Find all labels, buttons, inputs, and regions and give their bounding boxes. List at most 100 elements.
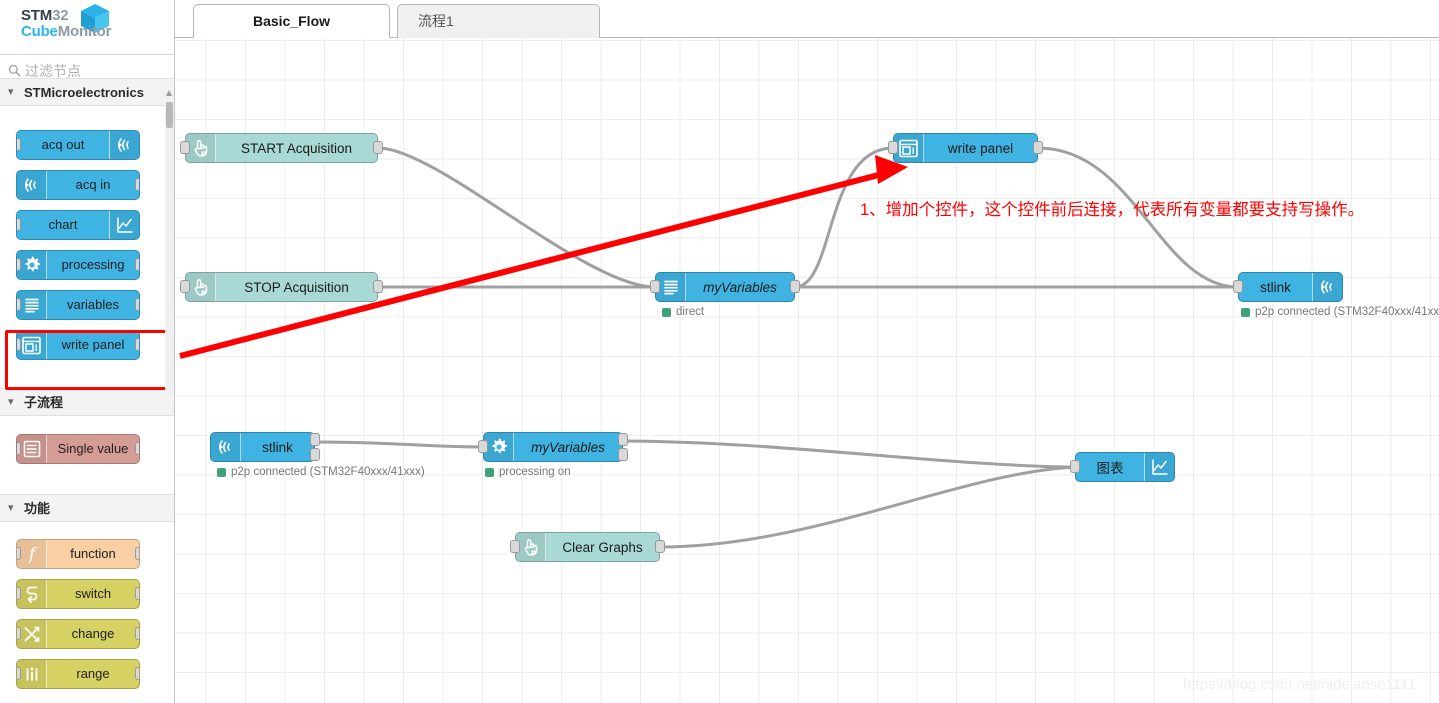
chevron-down-icon: ▾ <box>8 396 14 408</box>
tab-liucheng1[interactable]: 流程1 <box>397 4 600 38</box>
node-input-port[interactable] <box>180 280 190 293</box>
canvas-node-label: STOP Acquisition <box>244 279 349 295</box>
canvas-node-my-variables-bot[interactable]: myVariables <box>478 432 628 462</box>
wire-myvariables-to-chart <box>621 439 1081 469</box>
signal-icon <box>17 171 47 199</box>
tab-label: 流程1 <box>418 13 454 29</box>
logo-monitor: Monitor <box>57 22 112 40</box>
node-output-port[interactable] <box>310 433 320 446</box>
node-output-port[interactable] <box>790 280 800 293</box>
palette-node-label: processing <box>61 257 125 272</box>
canvas-node-start-acquisition[interactable]: START Acquisition <box>180 133 383 163</box>
scrollbar-thumb[interactable] <box>166 102 173 128</box>
palette-node-function[interactable]: f function <box>16 539 140 569</box>
logo-cube: Cube <box>21 22 58 40</box>
canvas-node-label: stlink <box>1260 279 1291 295</box>
scroll-up-arrow-icon[interactable] <box>166 90 172 96</box>
palette-node-label: Single value <box>57 441 129 456</box>
canvas-node-stop-acquisition[interactable]: STOP Acquisition <box>180 272 383 302</box>
flow-workspace: Basic_Flow 流程1 START Acquisition STOP Ac… <box>175 0 1439 703</box>
annotation-text: 1、增加个控件，这个控件前后连接，代表所有变量都要支持写操作。 <box>860 201 1365 219</box>
palette-node-single-value[interactable]: Single value <box>16 434 140 464</box>
tab-basic-flow[interactable]: Basic_Flow <box>193 4 390 38</box>
canvas-node-label: START Acquisition <box>240 140 353 156</box>
canvas-node-clear-graphs[interactable]: Clear Graphs <box>510 532 665 562</box>
node-input-port[interactable] <box>17 218 21 231</box>
node-output-port[interactable] <box>135 298 139 311</box>
palette-node-change[interactable]: change <box>16 619 140 649</box>
node-input-port[interactable] <box>1070 460 1080 473</box>
node-output-port[interactable] <box>135 587 139 600</box>
palette-node-chart[interactable]: chart <box>16 210 140 240</box>
canvas-node-label: write panel <box>947 140 1014 156</box>
list-icon <box>17 291 47 319</box>
palette-node-variables[interactable]: variables <box>16 290 140 320</box>
status-dot-icon <box>217 467 226 477</box>
node-input-port[interactable] <box>17 627 21 640</box>
palette-node-label: function <box>70 546 116 561</box>
app-logo: STM32 CubeMonitor <box>0 0 174 54</box>
node-input-port[interactable] <box>17 442 21 455</box>
palette-category-3[interactable]: ▾ 功能 <box>0 494 174 522</box>
palette-category-1[interactable]: ▾ STMicroelectronics <box>0 78 174 106</box>
node-input-port[interactable] <box>17 547 21 560</box>
node-output-port[interactable] <box>655 540 665 553</box>
inject-hand-icon <box>186 273 216 301</box>
palette-category-label: 子流程 <box>24 395 64 410</box>
node-output-port[interactable] <box>135 442 139 455</box>
status-stlink-top: p2p connected (STM32F40xxx/41xxx) <box>1241 306 1439 318</box>
list-icon <box>656 273 686 301</box>
node-output-port-2[interactable] <box>310 448 320 461</box>
node-input-port[interactable] <box>650 280 660 293</box>
node-output-port[interactable] <box>135 178 139 191</box>
node-input-port[interactable] <box>17 258 21 271</box>
palette-scrollbar[interactable] <box>165 90 174 395</box>
node-output-port[interactable] <box>135 667 139 680</box>
canvas-node-stlink-bottom[interactable]: stlink <box>210 432 320 462</box>
gear-icon <box>17 251 47 279</box>
chart-icon <box>109 211 139 239</box>
node-output-port[interactable] <box>373 280 383 293</box>
palette-node-label: range <box>76 666 110 681</box>
canvas-node-chart-node[interactable]: 图表 <box>1070 452 1175 482</box>
logo-stm: STM <box>21 7 53 24</box>
tab-label: Basic_Flow <box>252 13 331 29</box>
node-input-port[interactable] <box>1233 280 1243 293</box>
node-input-port[interactable] <box>17 587 21 600</box>
inject-hand-icon <box>516 533 546 561</box>
status-dot-icon <box>485 467 494 477</box>
palette-category-label: 功能 <box>24 501 51 516</box>
palette-node-processing[interactable]: processing <box>16 250 140 280</box>
node-output-port[interactable] <box>135 258 139 271</box>
palette-node-label: change <box>71 626 115 641</box>
node-output-port[interactable] <box>1033 141 1043 154</box>
palette-node-range[interactable]: range <box>16 659 140 689</box>
canvas-node-my-variables-top[interactable]: myVariables <box>650 272 800 302</box>
palette-node-label: variables <box>66 297 120 312</box>
node-input-port[interactable] <box>888 141 898 154</box>
canvas-node-stlink-top[interactable]: stlink <box>1233 272 1343 302</box>
node-output-port[interactable] <box>373 141 383 154</box>
palette-node-acq-out[interactable]: acq out <box>16 130 140 160</box>
palette-category-2[interactable]: ▾ 子流程 <box>0 388 174 416</box>
palette-node-acq-in[interactable]: acq in <box>16 170 140 200</box>
node-input-port[interactable] <box>478 440 488 453</box>
node-input-port[interactable] <box>17 298 21 311</box>
node-input-port[interactable] <box>17 667 21 680</box>
node-palette-sidebar: STM32 CubeMonitor ▾ STMicroelectronics acq… <box>0 0 175 703</box>
node-output-port[interactable] <box>135 627 139 640</box>
canvas-node-write-panel[interactable]: write panel <box>888 133 1043 163</box>
write-panel-highlight-box <box>5 330 172 390</box>
svg-text:f: f <box>26 545 37 565</box>
inject-hand-icon <box>186 134 216 162</box>
node-input-port[interactable] <box>510 540 520 553</box>
palette-node-label: chart <box>48 217 78 232</box>
palette-node-label: switch <box>74 586 112 601</box>
node-output-port-2[interactable] <box>618 448 628 461</box>
node-output-port[interactable] <box>618 433 628 446</box>
flow-canvas[interactable]: START Acquisition STOP Acquisition write… <box>175 38 1439 703</box>
node-output-port[interactable] <box>135 547 139 560</box>
palette-node-switch[interactable]: switch <box>16 579 140 609</box>
node-input-port[interactable] <box>180 141 190 154</box>
node-input-port[interactable] <box>17 138 21 151</box>
